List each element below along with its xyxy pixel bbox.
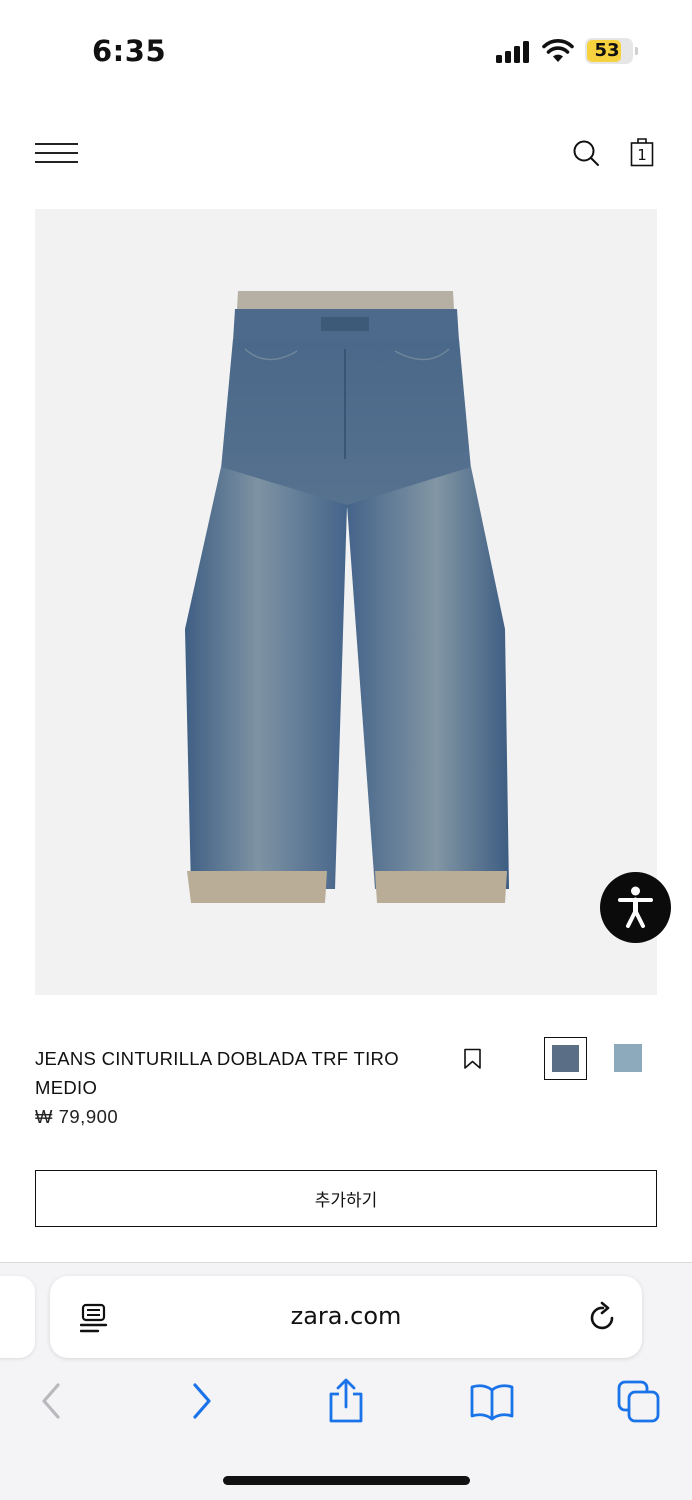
hamburger-menu-icon[interactable] bbox=[35, 143, 78, 165]
bookmark-icon[interactable] bbox=[463, 1048, 483, 1070]
previous-tab-preview[interactable] bbox=[0, 1276, 35, 1358]
product-name: JEANS CINTURILLA DOBLADA TRF TIRO MEDIO bbox=[35, 1048, 399, 1098]
cellular-signal-icon bbox=[496, 41, 529, 63]
shopping-bag-button[interactable]: 1 bbox=[630, 137, 654, 167]
color-swatch-chip bbox=[552, 1045, 579, 1072]
status-time: 6:35 bbox=[92, 34, 167, 68]
color-swatch-selected[interactable] bbox=[544, 1037, 587, 1080]
reload-icon[interactable] bbox=[588, 1300, 618, 1332]
jeans-illustration bbox=[185, 291, 509, 903]
battery-level: 53 bbox=[594, 40, 620, 61]
share-icon[interactable] bbox=[326, 1378, 366, 1424]
tabs-icon[interactable] bbox=[616, 1378, 662, 1424]
product-image[interactable] bbox=[35, 209, 657, 995]
home-indicator bbox=[223, 1476, 470, 1485]
search-icon[interactable] bbox=[572, 139, 600, 167]
battery-nub bbox=[635, 47, 638, 55]
color-swatch[interactable] bbox=[614, 1044, 642, 1072]
forward-icon[interactable] bbox=[187, 1378, 215, 1424]
product-price: ₩ 79,900 bbox=[35, 1106, 119, 1127]
battery-icon: 53 bbox=[585, 38, 638, 64]
status-bar: 6:35 53 bbox=[0, 0, 692, 100]
add-to-cart-button[interactable]: 추가하기 bbox=[35, 1170, 657, 1227]
bookmarks-icon[interactable] bbox=[469, 1378, 515, 1424]
url-text: zara.com bbox=[290, 1302, 402, 1330]
wifi-icon bbox=[542, 39, 574, 62]
accessibility-button[interactable] bbox=[600, 872, 671, 943]
accessibility-icon bbox=[618, 886, 653, 928]
cart-count: 1 bbox=[637, 146, 647, 164]
address-bar[interactable]: zara.com bbox=[50, 1276, 642, 1358]
back-icon[interactable] bbox=[38, 1378, 66, 1424]
